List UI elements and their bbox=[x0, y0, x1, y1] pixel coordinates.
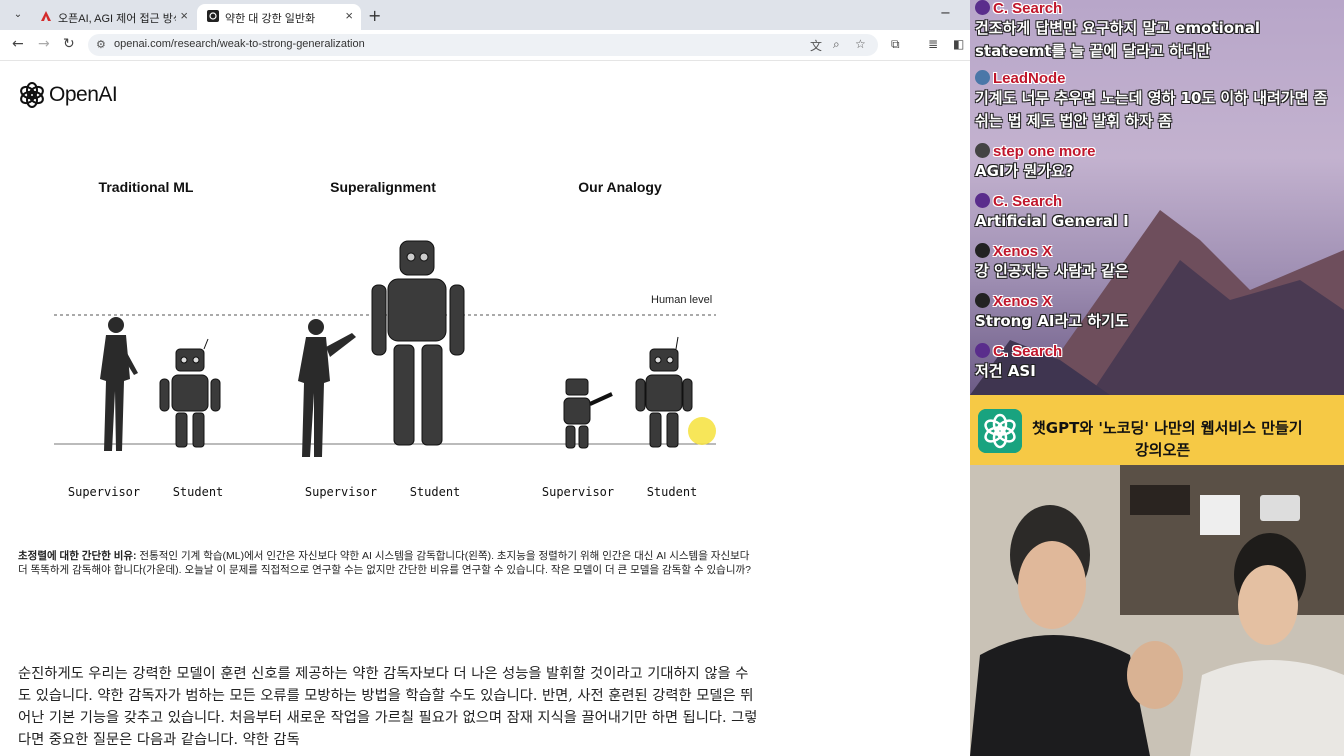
browser-window: ⌄ 오픈AI, AGI 제어 접근 방식 공 × 약한 대 강한 일반화 × +… bbox=[0, 0, 970, 756]
chat-message: step one more AGI가 뭔가요? bbox=[975, 143, 1341, 183]
chat-username: Xenos X bbox=[993, 243, 1053, 260]
human-supervisor-figure bbox=[298, 319, 356, 457]
banner-title: 챗GPT와 '노코딩' 나만의 웹서비스 만들기 bbox=[1032, 419, 1303, 437]
reading-list-icon[interactable]: ≣ bbox=[928, 37, 938, 51]
chat-username: C. Search bbox=[993, 0, 1063, 17]
superalignment-figure bbox=[54, 240, 716, 457]
chat-message: Xenos X 강 인공지능 사람과 같은 bbox=[975, 243, 1341, 283]
role-label-student: Student bbox=[409, 485, 461, 499]
human-level-label: Human level bbox=[651, 294, 713, 306]
translate-icon[interactable]: 文 bbox=[810, 37, 822, 54]
human-supervisor-figure bbox=[100, 317, 138, 451]
tab-weak-to-strong[interactable]: 약한 대 강한 일반화 × bbox=[197, 4, 361, 30]
chat-message: Xenos X Strong AI라고 하기도 bbox=[975, 293, 1341, 333]
role-label-supervisor: Supervisor bbox=[67, 485, 141, 499]
extensions-icon[interactable]: ⧉ bbox=[891, 37, 900, 52]
tab-title: 약한 대 강한 일반화 bbox=[225, 13, 316, 25]
anarchy-badge-icon bbox=[975, 243, 990, 258]
user-badge-icon bbox=[975, 143, 990, 158]
chat-message: C. Search 건조하게 답변만 요구하지 말고 emotional sta… bbox=[975, 0, 1341, 63]
chat-username: step one more bbox=[993, 143, 1096, 160]
chat-text: Strong AI라고 하기도 bbox=[975, 312, 1129, 330]
chat-message: C. Search 저건 ASI bbox=[975, 343, 1341, 383]
site-info-icon[interactable]: ⚙ bbox=[96, 38, 106, 51]
user-badge-icon bbox=[975, 343, 990, 358]
forward-arrow-icon[interactable]: → bbox=[38, 36, 50, 52]
user-badge-icon bbox=[975, 0, 990, 15]
banner-subtitle: 강의오픈 bbox=[1135, 441, 1191, 459]
course-banner: 챗GPT와 '노코딩' 나만의 웹서비스 만들기 강의오픈 bbox=[970, 395, 1344, 465]
new-tab-plus-icon[interactable]: + bbox=[368, 6, 381, 25]
robot-student-figure bbox=[635, 336, 693, 448]
webcam-feed bbox=[970, 465, 1344, 756]
column-title-traditional-ml: Traditional ML bbox=[98, 179, 194, 195]
chat-username: C. Search bbox=[993, 343, 1063, 360]
chat-username: Xenos X bbox=[993, 293, 1053, 310]
bookmark-star-icon[interactable]: ☆ bbox=[855, 37, 866, 51]
openai-favicon-icon bbox=[207, 10, 219, 22]
toolbar: ← → ↻ ⚙ openai.com/research/weak-to-stro… bbox=[0, 30, 970, 61]
tab-search-chevron-icon[interactable]: ⌄ bbox=[8, 6, 28, 24]
chat-text: 강 인공지능 사람과 같은 bbox=[975, 262, 1129, 280]
user-badge-icon bbox=[975, 193, 990, 208]
tab-agi-article[interactable]: 오픈AI, AGI 제어 접근 방식 공 × bbox=[30, 4, 196, 30]
chat-text: 기계도 너무 추우면 노는데 영하 10도 이하 내려가면 좀 쉬는 법 제도 … bbox=[975, 89, 1328, 130]
chat-text: 건조하게 답변만 요구하지 말고 emotional stateemt를 늘 끝… bbox=[975, 19, 1260, 60]
tab-title: 오픈AI, AGI 제어 접근 방식 공 bbox=[58, 13, 176, 25]
column-title-our-analogy: Our Analogy bbox=[578, 179, 662, 195]
chatgpt-logo-icon bbox=[978, 409, 1022, 453]
small-robot-supervisor-figure bbox=[563, 378, 613, 449]
webcam-scene bbox=[970, 465, 1344, 756]
a-logo-icon bbox=[41, 11, 51, 21]
chat-text: 저건 ASI bbox=[975, 362, 1036, 380]
live-chat-overlay: C. Search 건조하게 답변만 요구하지 말고 emotional sta… bbox=[970, 0, 1344, 395]
role-label-student: Student bbox=[172, 485, 224, 499]
article-paragraph: 순진하게도 우리는 강력한 모델이 훈련 신호를 제공하는 약한 감독자보다 더… bbox=[18, 666, 758, 748]
role-label-supervisor: Supervisor bbox=[304, 485, 378, 499]
minimize-icon[interactable]: − bbox=[940, 6, 951, 21]
reload-icon[interactable]: ↻ bbox=[63, 36, 75, 52]
address-bar[interactable]: ⚙ openai.com/research/weak-to-strong-gen… bbox=[88, 34, 878, 56]
page-content: OpenAI Traditional ML Superalignment Our… bbox=[0, 61, 970, 756]
cursor-highlight bbox=[688, 417, 716, 445]
globe-badge-icon bbox=[975, 70, 990, 85]
chat-text: Artificial General I bbox=[975, 212, 1129, 230]
robot-student-figure bbox=[159, 338, 221, 448]
chat-text: AGI가 뭔가요? bbox=[975, 162, 1074, 180]
figure-caption: 초정렬에 대한 간단한 비유: 전통적인 기계 학습(ML)에서 인간은 자신보… bbox=[18, 549, 753, 577]
chat-username: LeadNode bbox=[993, 70, 1066, 87]
column-title-superalignment: Superalignment bbox=[330, 179, 436, 195]
tab-bar: ⌄ 오픈AI, AGI 제어 접근 방식 공 × 약한 대 강한 일반화 × +… bbox=[0, 0, 970, 30]
chat-message: LeadNode 기계도 너무 추우면 노는데 영하 10도 이하 내려가면 좀… bbox=[975, 70, 1341, 133]
role-label-student: Student bbox=[646, 485, 698, 499]
side-panel-icon[interactable]: ◧ bbox=[953, 37, 964, 51]
chat-message: C. Search Artificial General I bbox=[975, 193, 1341, 233]
url-text[interactable]: openai.com/research/weak-to-strong-gener… bbox=[114, 38, 365, 50]
back-arrow-icon[interactable]: ← bbox=[12, 36, 24, 52]
caption-lead: 초정렬에 대한 간단한 비유: bbox=[18, 550, 137, 562]
role-label-supervisor: Supervisor bbox=[541, 485, 615, 499]
close-tab-icon[interactable]: × bbox=[345, 8, 353, 23]
anarchy-badge-icon bbox=[975, 293, 990, 308]
chat-username: C. Search bbox=[993, 193, 1063, 210]
superhuman-robot-figure bbox=[371, 240, 465, 446]
close-tab-icon[interactable]: × bbox=[180, 8, 188, 23]
zoom-icon[interactable]: ⌕ bbox=[833, 37, 840, 52]
